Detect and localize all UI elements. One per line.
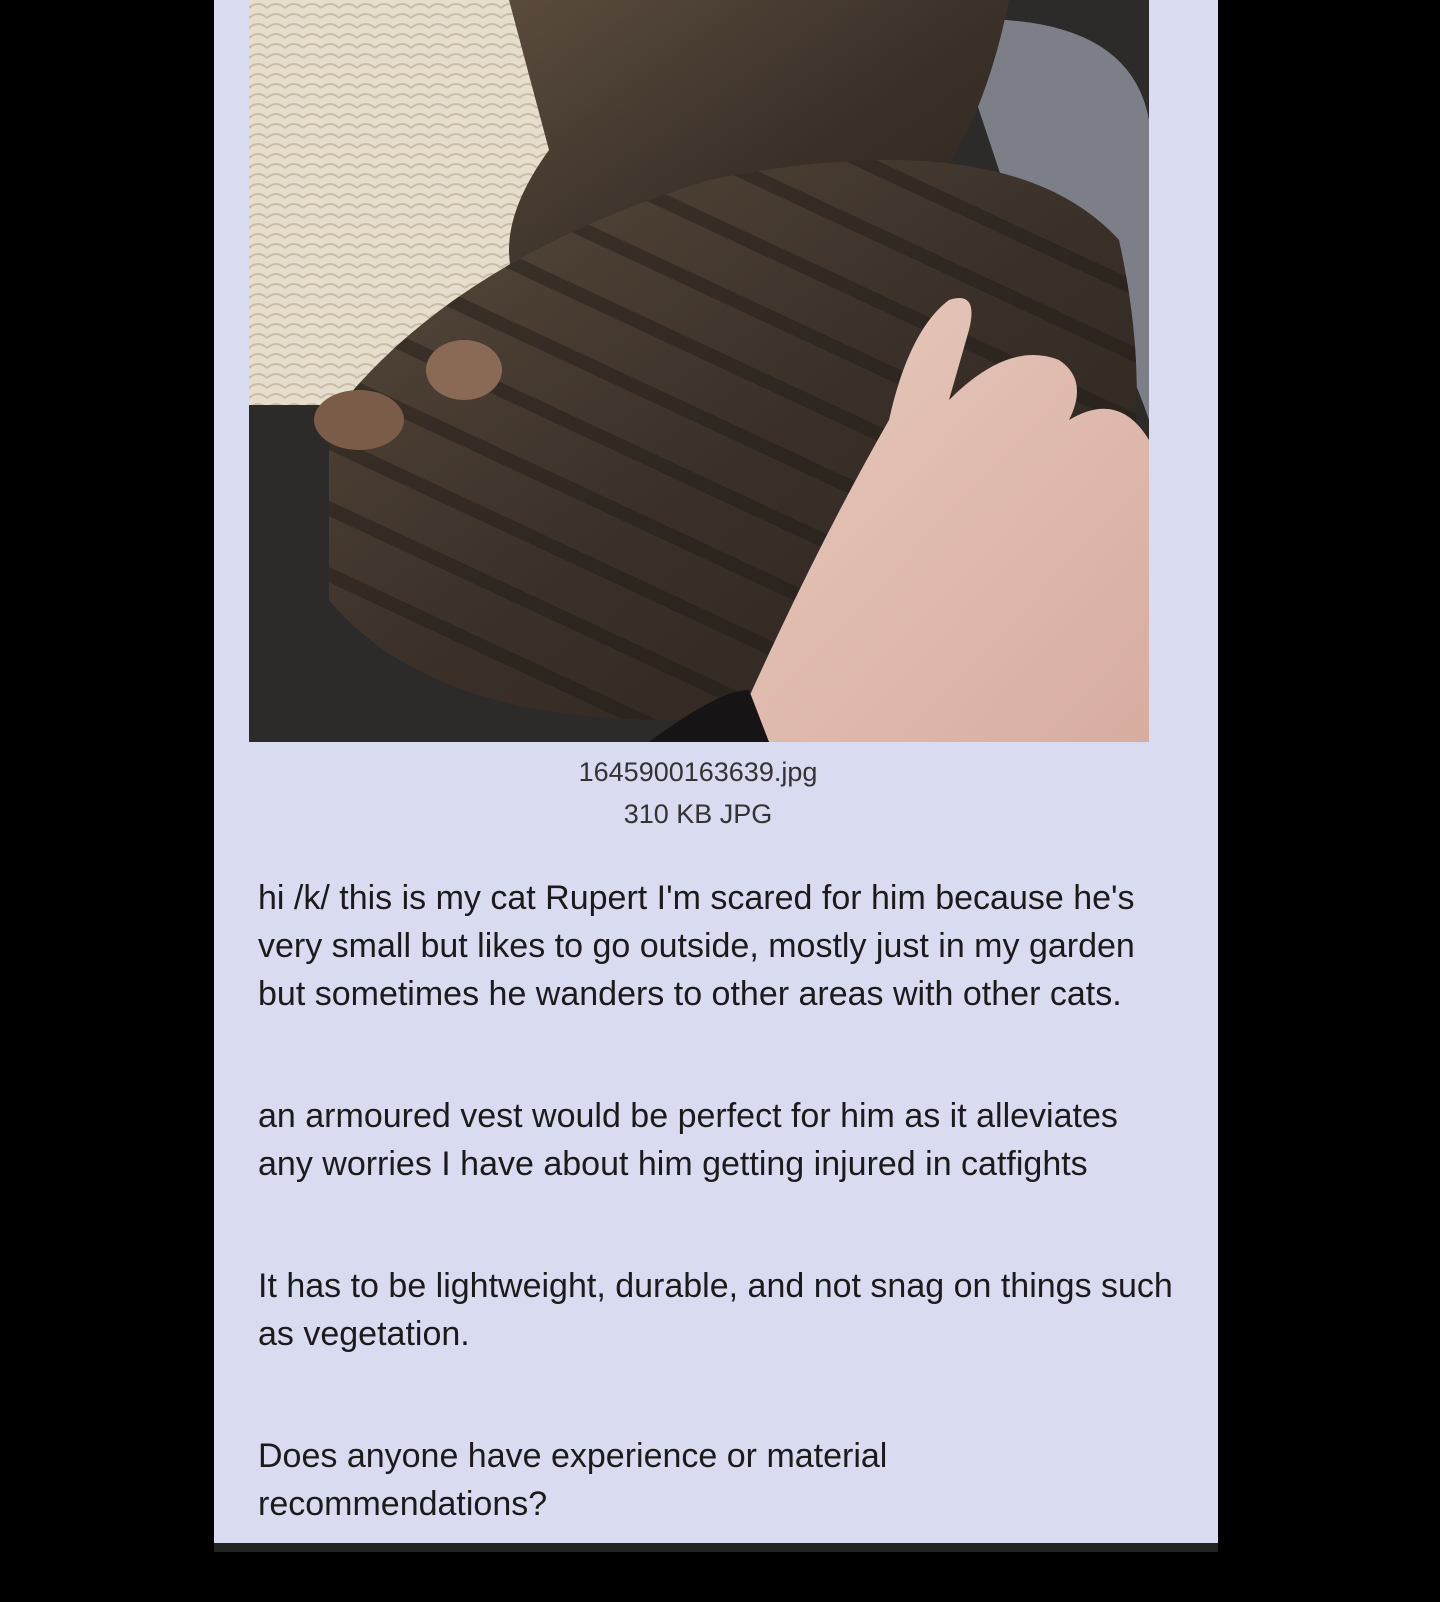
file-name[interactable]: 1645900163639.jpg	[214, 757, 1182, 788]
file-size: 310 KB JPG	[623, 799, 773, 829]
post-image[interactable]	[249, 0, 1149, 742]
post-paragraph: Does anyone have experience or material …	[258, 1437, 888, 1523]
post-container: 1645900163639.jpg 310 KB JPG hi /k/ this…	[214, 0, 1218, 1552]
post-paragraph: an armoured vest would be perfect for hi…	[258, 1097, 1118, 1183]
post-paragraph: It has to be lightweight, durable, and n…	[258, 1267, 1173, 1353]
bottom-divider	[214, 1543, 1218, 1552]
post-paragraph: hi /k/ this is my cat Rupert I'm scared …	[258, 879, 1135, 1013]
cat-photo-illustration	[249, 0, 1149, 742]
post-body: hi /k/ this is my cat Rupert I'm scared …	[258, 874, 1178, 1602]
